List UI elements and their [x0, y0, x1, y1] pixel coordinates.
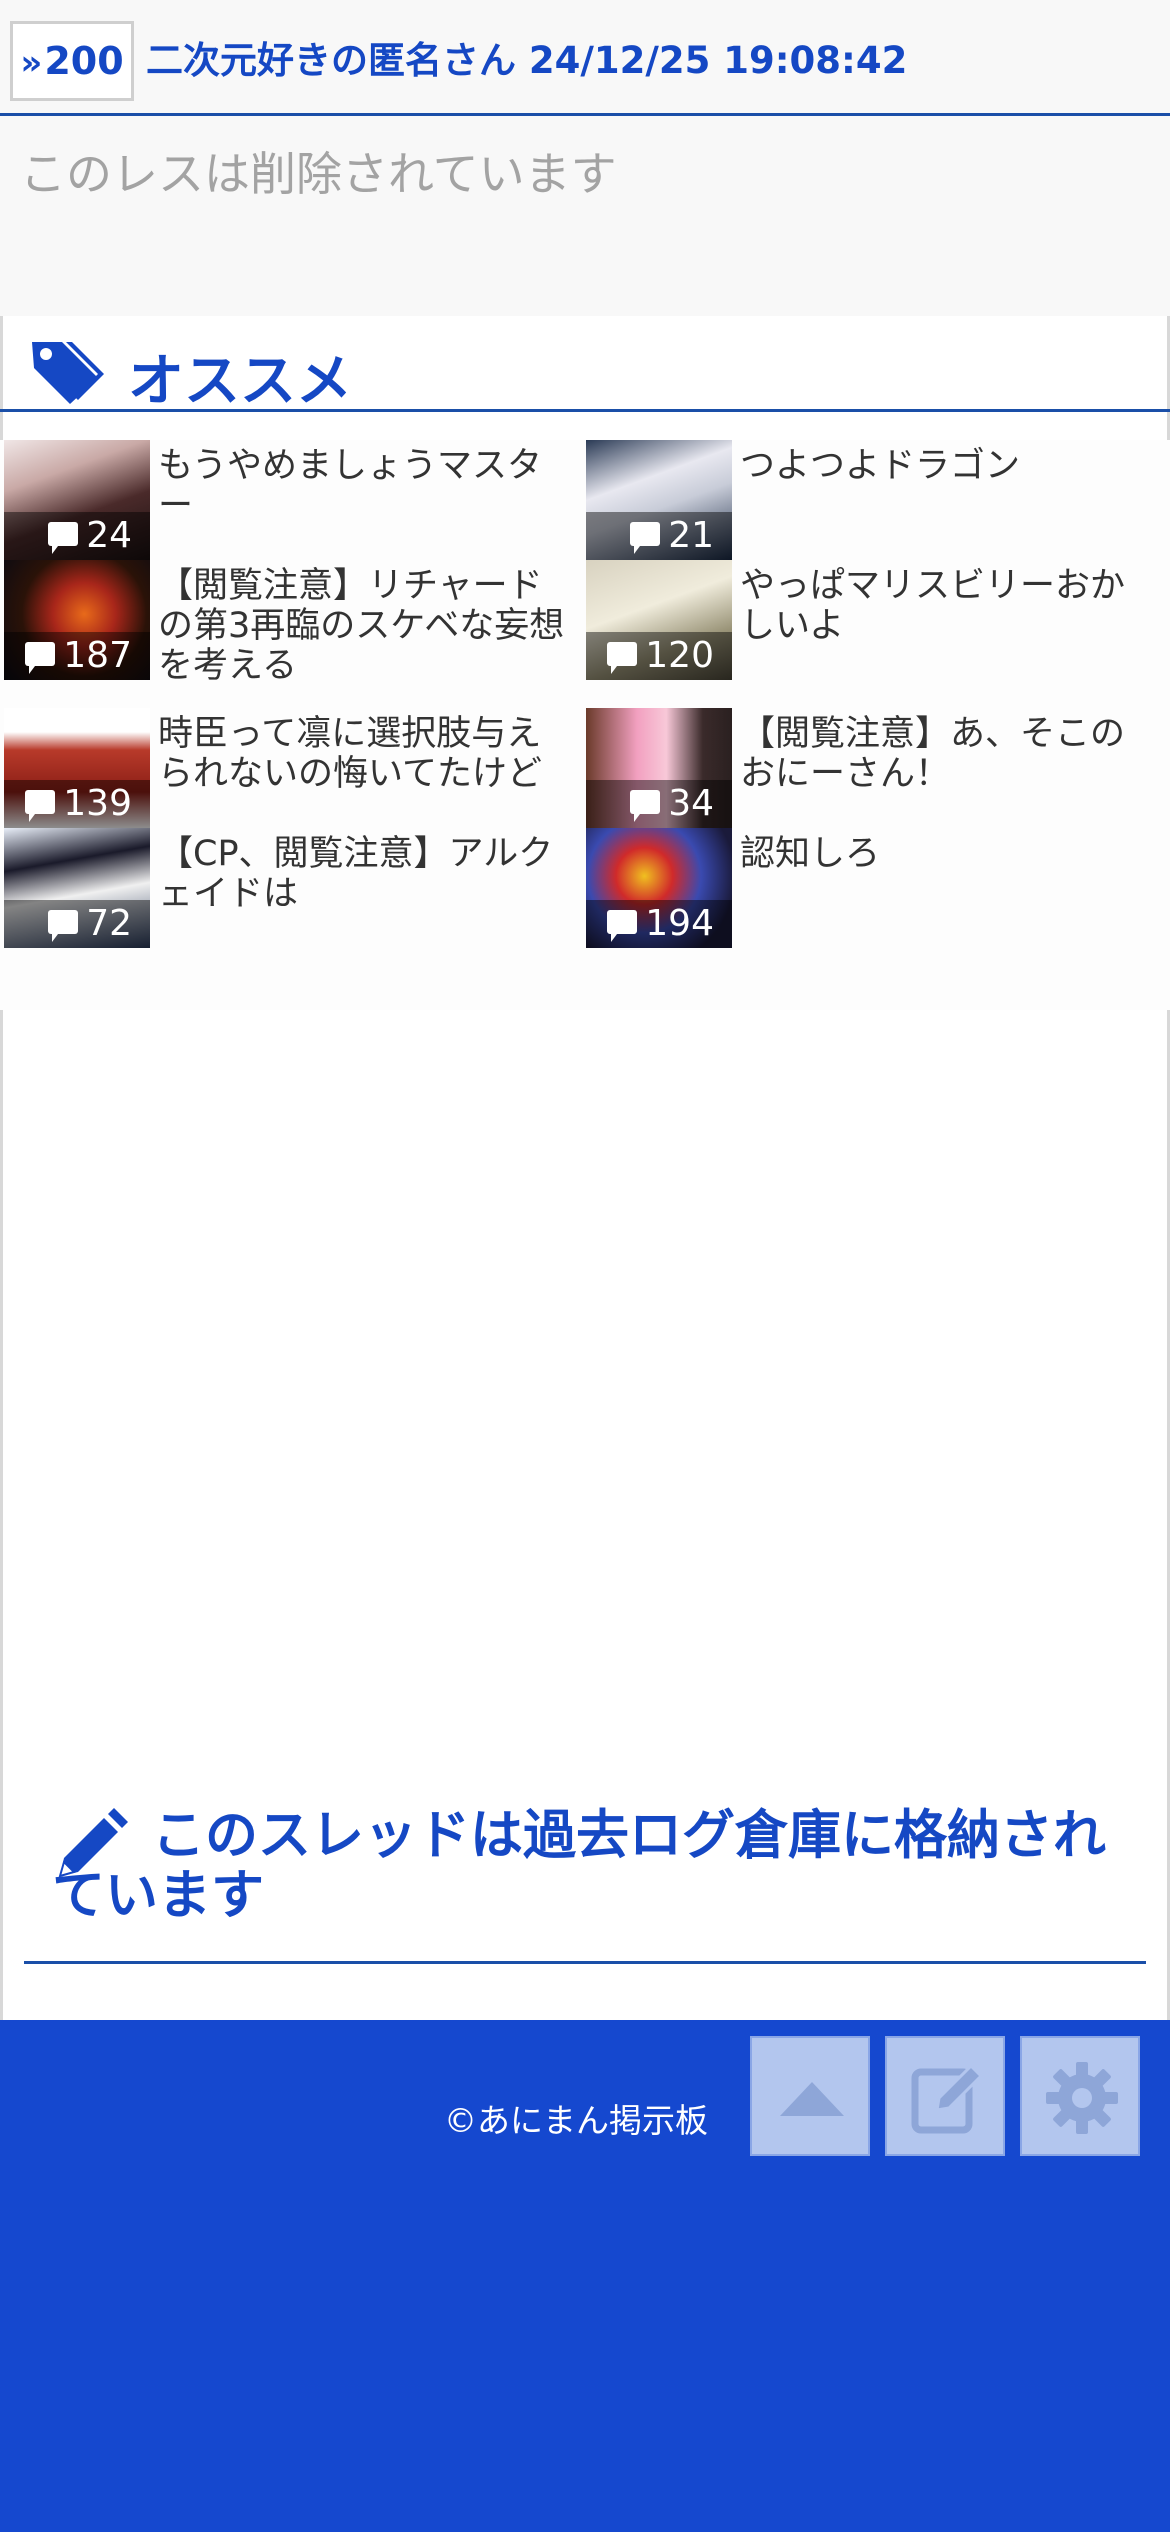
archive-notice: このスレッドは過去ログ倉庫に格納されています [24, 1800, 1146, 1964]
thumbnail: 34 [586, 708, 732, 828]
thumbnail: 21 [586, 440, 732, 560]
thumbnail: 24 [4, 440, 150, 560]
comment-icon [607, 642, 638, 674]
comment-icon [607, 910, 638, 942]
copyright: ©あにまん掲示板 [444, 2101, 708, 2140]
post-body: このレスは削除されています [0, 116, 1170, 316]
post-meta: 二次元好きの匿名さん 24/12/25 19:08:42 [146, 39, 908, 82]
comment-icon [630, 522, 661, 554]
thumbnail: 72 [4, 828, 150, 948]
post-number: 200 [44, 39, 124, 83]
comment-icon [48, 910, 79, 942]
recommend-item[interactable]: 139 時臣って凛に選択肢与えられないの悔いてたけど [0, 708, 580, 828]
recommend-item[interactable]: 194 認知しろ [582, 828, 1162, 948]
post-number-anchor[interactable]: »200 [10, 21, 134, 101]
triangle-up-icon [780, 2082, 844, 2116]
gear-icon [1046, 2062, 1118, 2134]
write-post-button[interactable] [885, 2036, 1005, 2156]
comment-count: 34 [586, 780, 732, 828]
comment-count: 139 [4, 780, 150, 828]
recommend-title-link[interactable]: 認知しろ [740, 834, 1150, 874]
settings-button[interactable] [1020, 2036, 1140, 2156]
recommend-title-link[interactable]: 【閲覧注意】あ、そこのおにーさん！ [740, 714, 1150, 794]
comment-icon [25, 790, 56, 822]
recommend-item[interactable]: 187 【閲覧注意】リチャードの第3再臨のスケベな妄想を考える [0, 560, 580, 686]
thumbnail: 139 [4, 708, 150, 828]
comment-count: 194 [586, 900, 732, 948]
recommend-title-link[interactable]: もうやめましょうマスター [158, 446, 568, 526]
recommend-title-link[interactable]: 時臣って凛に選択肢与えられないの悔いてたけど [158, 714, 568, 794]
recommend-item[interactable]: 72 【CP、閲覧注意】アルクェイドは [0, 828, 580, 948]
comment-icon [25, 642, 56, 674]
recommend-item[interactable]: 34 【閲覧注意】あ、そこのおにーさん！ [582, 708, 1162, 828]
thumbnail: 187 [4, 560, 150, 680]
comment-count: 72 [4, 900, 150, 948]
thumbnail: 194 [586, 828, 732, 948]
comment-count: 21 [586, 512, 732, 560]
recommend-list: 24 もうやめましょうマスター 21 つよつよドラゴン 187 【閲覧注意】リチ… [0, 440, 1170, 1010]
archive-notice-text: このスレッドは過去ログ倉庫に格納されています [52, 1805, 1106, 1926]
recommend-title-link[interactable]: やっぱマリスビリーおかしいよ [740, 566, 1150, 646]
comment-count: 187 [4, 632, 150, 680]
post-header: »200 二次元好きの匿名さん 24/12/25 19:08:42 [0, 0, 1170, 116]
recommend-item[interactable]: 21 つよつよドラゴン [582, 440, 1162, 560]
recommend-heading: オススメ [0, 326, 1170, 414]
deleted-message: このレスは削除されています [20, 147, 617, 201]
recommend-item[interactable]: 24 もうやめましょうマスター [0, 440, 580, 560]
footer: ©あにまん掲示板 [0, 2020, 1170, 2532]
comment-icon [630, 790, 661, 822]
recommend-title: オススメ [128, 349, 352, 414]
recommend-item[interactable]: 120 やっぱマリスビリーおかしいよ [582, 560, 1162, 680]
scroll-top-button[interactable] [750, 2036, 870, 2156]
double-chevron-icon: » [20, 43, 43, 83]
thumbnail: 120 [586, 560, 732, 680]
recommend-title-link[interactable]: 【閲覧注意】リチャードの第3再臨のスケベな妄想を考える [158, 566, 568, 686]
edit-icon [911, 2063, 984, 2134]
recommend-title-link[interactable]: つよつよドラゴン [740, 446, 1150, 486]
comment-icon [48, 522, 79, 554]
tag-icon [32, 342, 104, 404]
recommend-title-link[interactable]: 【CP、閲覧注意】アルクェイドは [158, 834, 568, 914]
comment-count: 24 [4, 512, 150, 560]
comment-count: 120 [586, 632, 732, 680]
